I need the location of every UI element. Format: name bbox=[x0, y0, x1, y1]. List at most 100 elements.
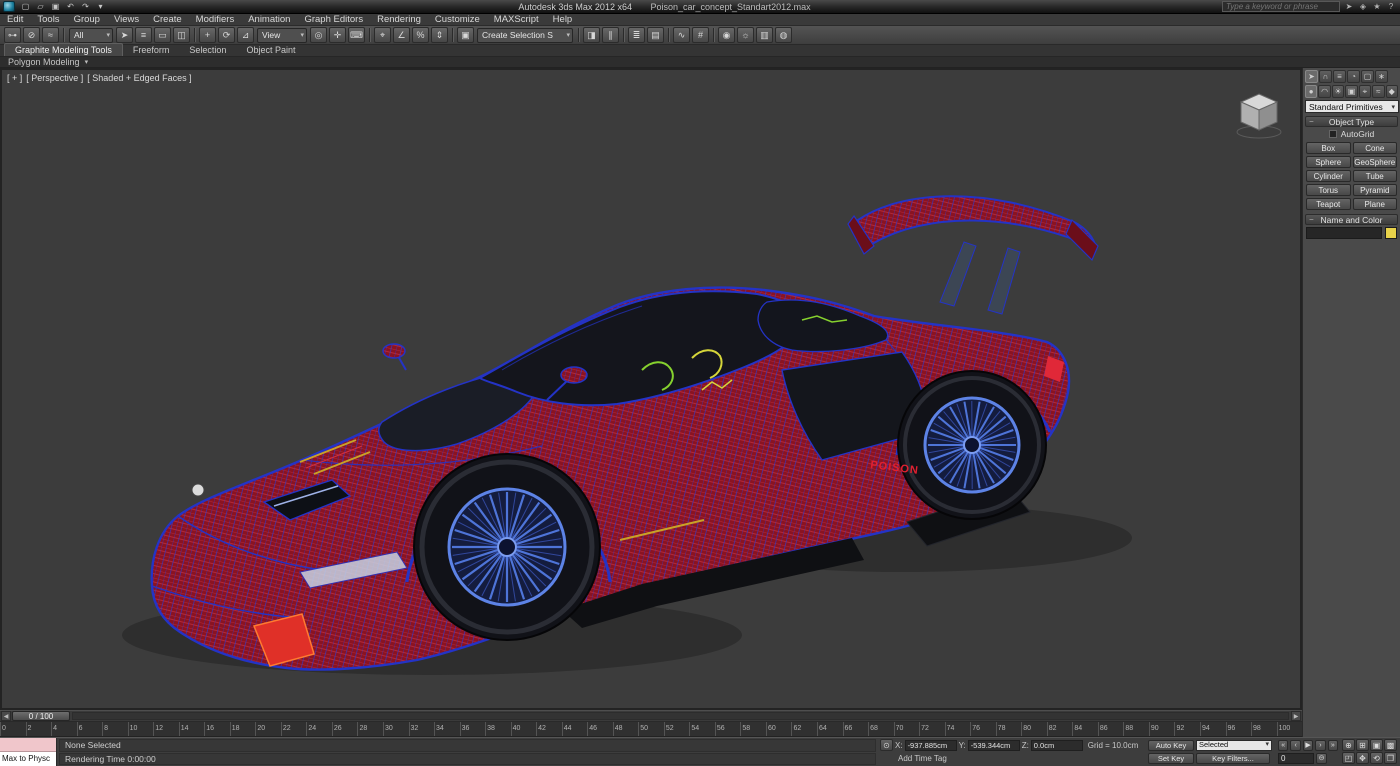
spinner-snap-icon[interactable]: ⇕ bbox=[431, 27, 448, 43]
previous-frame-icon[interactable]: ‹ bbox=[1290, 740, 1300, 751]
maximize-viewport-icon[interactable]: ❐ bbox=[1384, 752, 1397, 764]
next-frame-icon[interactable]: › bbox=[1315, 740, 1325, 751]
time-slider-track[interactable] bbox=[72, 712, 1289, 720]
menu-create[interactable]: Create bbox=[146, 14, 189, 26]
torus-button[interactable]: Torus bbox=[1306, 184, 1351, 196]
tube-button[interactable]: Tube bbox=[1353, 170, 1398, 182]
menu-views[interactable]: Views bbox=[107, 14, 146, 26]
key-filters-button[interactable]: Key Filters... bbox=[1196, 753, 1270, 764]
cone-button[interactable]: Cone bbox=[1353, 142, 1398, 154]
listener-line[interactable]: Max to Physc bbox=[0, 752, 56, 766]
window-crossing-icon[interactable]: ◫ bbox=[173, 27, 190, 43]
open-file-icon[interactable]: ▱ bbox=[34, 1, 47, 13]
viewport-menu-pov[interactable]: [ Perspective ] bbox=[26, 73, 83, 83]
menu-tools[interactable]: Tools bbox=[30, 14, 66, 26]
communication-center-icon[interactable]: ◈ bbox=[1357, 1, 1369, 13]
primitives-dropdown[interactable]: Standard Primitives ▾ bbox=[1305, 100, 1399, 113]
go-to-start-icon[interactable]: « bbox=[1278, 740, 1288, 751]
chevron-down-icon[interactable]: ▾ bbox=[85, 58, 89, 66]
menu-maxscript[interactable]: MAXScript bbox=[487, 14, 546, 26]
object-type-rollout-header[interactable]: − Object Type bbox=[1305, 116, 1398, 127]
viewcube[interactable] bbox=[1232, 88, 1286, 142]
zoom-icon[interactable]: ⊕ bbox=[1342, 739, 1355, 751]
sphere-button[interactable]: Sphere bbox=[1306, 156, 1351, 168]
autogrid-checkbox[interactable] bbox=[1329, 130, 1337, 138]
select-and-scale-icon[interactable]: ⊿ bbox=[237, 27, 254, 43]
search-go-icon[interactable]: ➤ bbox=[1343, 1, 1355, 13]
rectangular-selection-region-icon[interactable]: ▭ bbox=[154, 27, 171, 43]
menu-graph-editors[interactable]: Graph Editors bbox=[297, 14, 370, 26]
selection-filter-dropdown[interactable]: All▾ bbox=[69, 28, 113, 43]
utilities-tab-icon[interactable]: ∗ bbox=[1375, 70, 1388, 83]
add-time-tag[interactable]: Add Time Tag bbox=[898, 754, 947, 763]
ribbon-tab-freeform[interactable]: Freeform bbox=[123, 44, 180, 56]
space-warps-category-icon[interactable]: ≈ bbox=[1372, 85, 1384, 98]
mirror-icon[interactable]: ◨ bbox=[583, 27, 600, 43]
rendered-frame-window-icon[interactable]: ▥ bbox=[756, 27, 773, 43]
menu-help[interactable]: Help bbox=[546, 14, 580, 26]
hierarchy-tab-icon[interactable]: ≡ bbox=[1333, 70, 1346, 83]
ribbon-tab-selection[interactable]: Selection bbox=[179, 44, 236, 56]
select-and-link-icon[interactable]: ⊶ bbox=[4, 27, 21, 43]
keyboard-override-icon[interactable]: ⌨ bbox=[348, 27, 365, 43]
motion-tab-icon[interactable]: ◔ bbox=[1347, 70, 1360, 83]
reference-coordinate-dropdown[interactable]: View▾ bbox=[257, 28, 307, 43]
orbit-icon[interactable]: ⟲ bbox=[1370, 752, 1383, 764]
select-by-name-icon[interactable]: ≡ bbox=[135, 27, 152, 43]
menu-group[interactable]: Group bbox=[67, 14, 107, 26]
auto-key-button[interactable]: Auto Key bbox=[1148, 740, 1194, 751]
menu-customize[interactable]: Customize bbox=[428, 14, 487, 26]
geometry-category-icon[interactable]: ● bbox=[1305, 85, 1317, 98]
named-selection-sets-dropdown[interactable]: Create Selection S▾ bbox=[477, 28, 573, 43]
plane-button[interactable]: Plane bbox=[1353, 198, 1398, 210]
undo-icon[interactable]: ↶ bbox=[64, 1, 77, 13]
bind-to-space-warp-icon[interactable]: ≈ bbox=[42, 27, 59, 43]
material-editor-icon[interactable]: ◉ bbox=[718, 27, 735, 43]
menu-animation[interactable]: Animation bbox=[241, 14, 297, 26]
viewport-canvas[interactable]: POISON bbox=[2, 70, 1300, 708]
help-icon[interactable]: ? bbox=[1385, 1, 1397, 13]
menu-edit[interactable]: Edit bbox=[0, 14, 30, 26]
angle-snap-icon[interactable]: ∠ bbox=[393, 27, 410, 43]
create-tab-icon[interactable]: ➤ bbox=[1305, 70, 1318, 83]
unlink-selection-icon[interactable]: ⊘ bbox=[23, 27, 40, 43]
redo-icon[interactable]: ↷ bbox=[79, 1, 92, 13]
viewport-menu-shading[interactable]: [ Shaded + Edged Faces ] bbox=[87, 73, 191, 83]
zoom-region-icon[interactable]: ◰ bbox=[1342, 752, 1355, 764]
schematic-view-icon[interactable]: # bbox=[692, 27, 709, 43]
object-color-swatch[interactable] bbox=[1385, 227, 1397, 239]
name-and-color-rollout-header[interactable]: − Name and Color bbox=[1305, 214, 1398, 225]
search-input[interactable] bbox=[1222, 1, 1340, 12]
y-coordinate-field[interactable]: -539.344cm bbox=[968, 740, 1020, 751]
selected-filter-dropdown[interactable]: Selected ▾ bbox=[1196, 740, 1272, 751]
graphite-ribbon-toggle-icon[interactable]: ▤ bbox=[647, 27, 664, 43]
geosphere-button[interactable]: GeoSphere bbox=[1353, 156, 1398, 168]
curve-editor-icon[interactable]: ∿ bbox=[673, 27, 690, 43]
render-production-icon[interactable]: ◍ bbox=[775, 27, 792, 43]
go-to-end-icon[interactable]: » bbox=[1328, 740, 1338, 751]
shapes-category-icon[interactable]: ◠ bbox=[1318, 85, 1330, 98]
ribbon-tab-graphite-modeling-tools[interactable]: Graphite Modeling Tools bbox=[4, 43, 123, 56]
ribbon-tab-object-paint[interactable]: Object Paint bbox=[236, 44, 305, 56]
pyramid-button[interactable]: Pyramid bbox=[1353, 184, 1398, 196]
current-frame-field[interactable] bbox=[1278, 753, 1314, 764]
snaps-toggle-icon[interactable]: ⌖ bbox=[374, 27, 391, 43]
time-slider-handle[interactable]: 0 / 100 bbox=[12, 711, 70, 721]
macro-recorder-line[interactable] bbox=[0, 738, 56, 752]
z-coordinate-field[interactable]: 0.0cm bbox=[1031, 740, 1083, 751]
time-slider-right-arrow[interactable]: ▶ bbox=[1291, 711, 1301, 721]
favorites-icon[interactable]: ★ bbox=[1371, 1, 1383, 13]
selection-lock-icon[interactable]: ⊙ bbox=[880, 739, 893, 751]
modify-tab-icon[interactable]: ∩ bbox=[1319, 70, 1332, 83]
align-icon[interactable]: ∥ bbox=[602, 27, 619, 43]
save-file-icon[interactable]: ▣ bbox=[49, 1, 62, 13]
zoom-all-icon[interactable]: ⊞ bbox=[1356, 739, 1369, 751]
select-and-manipulate-icon[interactable]: ✛ bbox=[329, 27, 346, 43]
select-and-rotate-icon[interactable]: ⟳ bbox=[218, 27, 235, 43]
rear-wing[interactable] bbox=[848, 196, 1098, 314]
project-folder-icon[interactable]: ▾ bbox=[94, 1, 107, 13]
percent-snap-icon[interactable]: % bbox=[412, 27, 429, 43]
rear-wheel[interactable] bbox=[898, 371, 1046, 519]
menu-modifiers[interactable]: Modifiers bbox=[189, 14, 242, 26]
front-wheel[interactable] bbox=[414, 454, 600, 640]
